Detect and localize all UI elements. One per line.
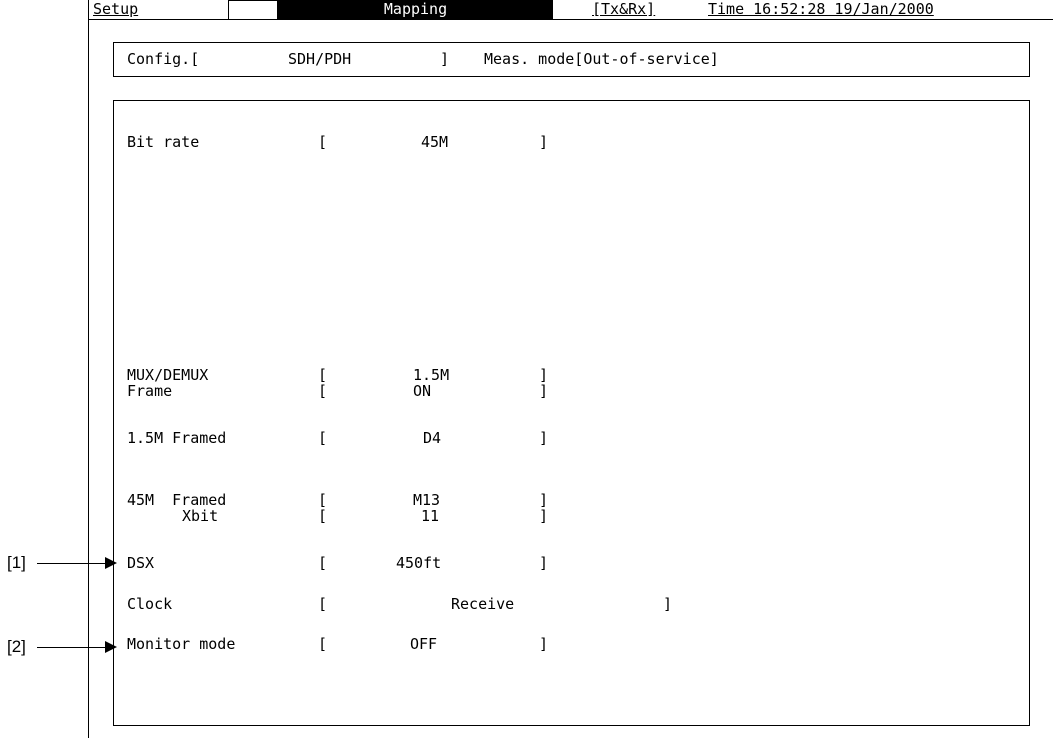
monitor-mode-close-bracket: ] <box>539 635 549 653</box>
monitor-mode-open-bracket: [ <box>318 635 328 653</box>
tab-mapping-label: Mapping <box>383 0 448 18</box>
dsx-close-bracket: ] <box>539 554 549 572</box>
callout-1-leader-line <box>37 563 105 564</box>
clock-label: Clock <box>127 595 173 613</box>
bit-rate-open-bracket: [ <box>318 133 328 151</box>
tab-empty-slot[interactable] <box>228 0 278 20</box>
framed-15m-open-bracket: [ <box>318 429 328 447</box>
monitor-mode-value[interactable]: OFF <box>410 636 437 653</box>
xbit-label: Xbit <box>182 507 219 525</box>
time-display: Time 16:52:28 19/Jan/2000 <box>708 0 934 18</box>
framed-15m-close-bracket: ] <box>539 429 549 447</box>
callout-1-label: [1] <box>7 553 26 572</box>
dsx-label: DSX <box>127 554 155 572</box>
clock-value[interactable]: Receive <box>451 596 514 613</box>
config-close-bracket: ] <box>440 50 450 68</box>
callout-2-arrow-icon <box>105 641 117 653</box>
clock-close-bracket: ] <box>663 595 673 613</box>
clock-open-bracket: [ <box>318 595 328 613</box>
bit-rate-value[interactable]: 45M <box>421 134 448 151</box>
dsx-value[interactable]: 450ft <box>396 555 441 572</box>
callout-2-label: [2] <box>7 637 26 656</box>
xbit-open-bracket: [ <box>318 507 328 525</box>
tx-rx-indicator: [Tx&Rx] <box>592 0 656 18</box>
tab-mapping[interactable]: Mapping <box>278 0 553 19</box>
config-label: Config.[ <box>127 50 200 68</box>
bit-rate-close-bracket: ] <box>539 133 549 151</box>
xbit-close-bracket: ] <box>539 507 549 525</box>
screen-left-border <box>88 0 89 738</box>
meas-mode[interactable]: Meas. mode[Out-of-service] <box>484 51 719 68</box>
settings-panel <box>113 100 1030 726</box>
bit-rate-label: Bit rate <box>127 133 200 151</box>
xbit-value[interactable]: 11 <box>421 508 439 525</box>
callout-1-arrow-icon <box>105 557 117 569</box>
framed-15m-value[interactable]: D4 <box>423 430 441 447</box>
frame-label: Frame <box>127 382 173 400</box>
frame-open-bracket: [ <box>318 382 328 400</box>
tab-setup[interactable]: Setup <box>93 0 138 19</box>
config-value[interactable]: SDH/PDH <box>288 51 351 68</box>
dsx-open-bracket: [ <box>318 554 328 572</box>
frame-value[interactable]: ON <box>413 383 431 400</box>
frame-close-bracket: ] <box>539 382 549 400</box>
monitor-mode-label: Monitor mode <box>127 635 236 653</box>
framed-15m-label: 1.5M Framed <box>127 429 227 447</box>
callout-2-leader-line <box>37 647 105 648</box>
